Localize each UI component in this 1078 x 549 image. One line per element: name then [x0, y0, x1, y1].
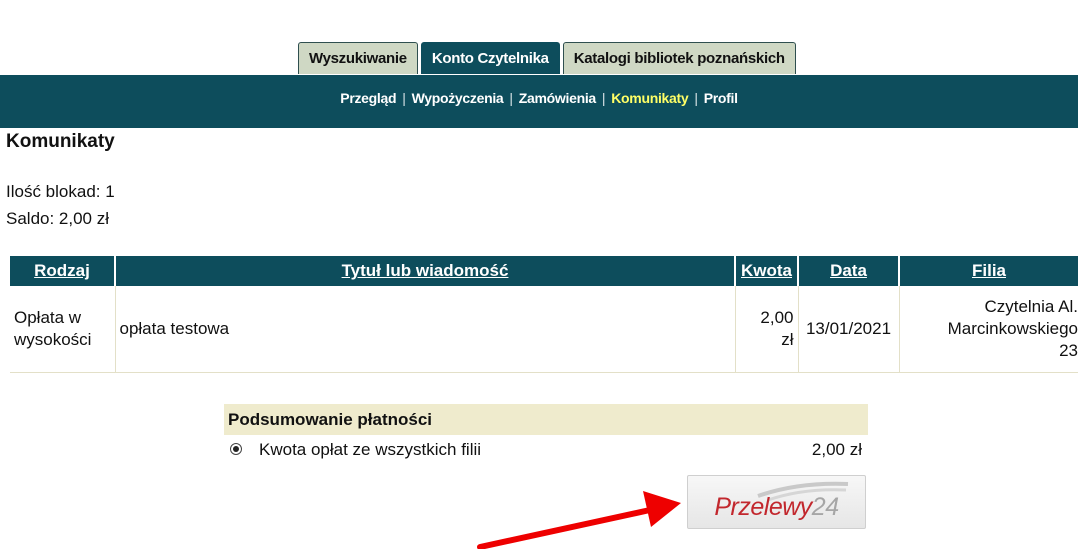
table-row: Opłata w wysokości opłata testowa 2,00 zł … [10, 286, 1078, 373]
column-header-kwota[interactable]: Kwota [735, 256, 799, 286]
column-header-filia[interactable]: Filia [899, 256, 1078, 286]
p24-logo-part1: Przelewy [714, 492, 812, 521]
payment-summary: Podsumowanie płatności Kwota opłat ze ws… [224, 404, 868, 465]
payment-option-row[interactable]: Kwota opłat ze wszystkich filii 2,00 zł [224, 435, 868, 465]
payment-option-label: Kwota opłat ze wszystkich filii [259, 440, 482, 459]
tab-label: Wyszukiwanie [309, 50, 407, 67]
branch-text: 23 [1059, 341, 1078, 360]
payment-option-amount: 2,00 zł [811, 440, 862, 459]
sub-navigation: Przegląd | Wypożyczenia | Zamówienia | Komunik… [0, 90, 1078, 106]
p24-logo-part2: 24 [811, 492, 839, 521]
przelewy24-pay-button[interactable]: Przelewy24 [687, 475, 866, 529]
amount-text: zł [781, 330, 794, 349]
table-header-row: Rodzaj Tytuł lub wiadomość Kwota Data Fi… [10, 256, 1078, 286]
tab-label: Konto Czytelnika [431, 50, 549, 67]
subnav-zamowienia[interactable]: Zamówienia [513, 90, 602, 106]
top-tabs: Wyszukiwanie Konto Czytelnika Katalogi b… [298, 42, 796, 74]
subnav-profil[interactable]: Profil [698, 90, 744, 106]
cell-amount: 2,00 zł [735, 286, 799, 373]
subnav-przeglad[interactable]: Przegląd [334, 90, 402, 106]
tab-katalogi[interactable]: Katalogi bibliotek poznańskich [562, 42, 796, 74]
subnav-komunikaty[interactable]: Komunikaty [605, 90, 694, 106]
page-title: Komunikaty [6, 131, 115, 152]
column-header-rodzaj[interactable]: Rodzaj [10, 256, 116, 286]
amount-text: 2,00 [760, 308, 794, 327]
column-header-data[interactable]: Data [798, 256, 900, 286]
messages-table: Rodzaj Tytuł lub wiadomość Kwota Data Fi… [10, 256, 1078, 373]
radio-button[interactable] [230, 443, 242, 455]
branch-text: Czytelnia Al. [984, 297, 1078, 316]
subnav-wypozyczenia[interactable]: Wypożyczenia [406, 90, 510, 106]
type-text: wysokości [14, 330, 92, 349]
tab-wyszukiwanie[interactable]: Wyszukiwanie [298, 42, 418, 74]
tab-konto-czytelnika[interactable]: Konto Czytelnika [420, 42, 560, 74]
payment-summary-header: Podsumowanie płatności [224, 404, 868, 435]
blocks-count: Ilość blokad: 1 [6, 182, 115, 201]
cell-date: 13/01/2021 [798, 286, 900, 373]
cell-branch: Czytelnia Al. Marcinkowskiego 23 [899, 286, 1078, 373]
cell-message: opłata testowa [115, 286, 736, 373]
balance: Saldo: 2,00 zł [6, 209, 110, 228]
p24-logo-text: Przelewy24 [714, 492, 839, 522]
branch-text: Marcinkowskiego [947, 319, 1078, 338]
type-text: Opłata w [14, 308, 82, 327]
cell-type: Opłata w wysokości [10, 286, 116, 373]
tab-label: Katalogi bibliotek poznańskich [573, 50, 785, 67]
column-header-tytul[interactable]: Tytuł lub wiadomość [115, 256, 736, 286]
